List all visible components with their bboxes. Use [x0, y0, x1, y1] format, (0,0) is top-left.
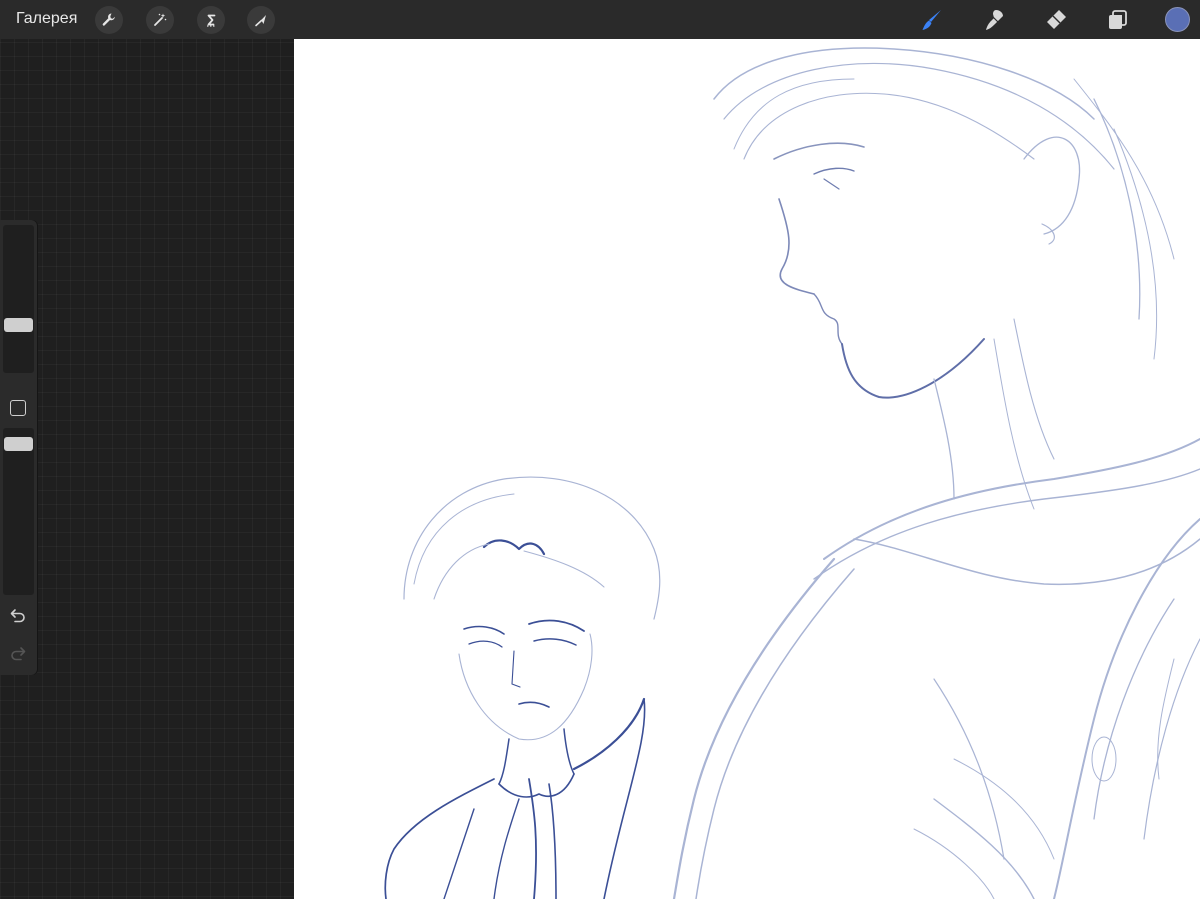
opacity-thumb[interactable] [4, 437, 33, 452]
selection-s-icon[interactable] [197, 6, 225, 34]
sketch-artwork [384, 47, 1200, 899]
small-figure-sketch [384, 476, 661, 899]
procreate-app: Галерея [0, 0, 1200, 899]
square-icon[interactable] [10, 400, 26, 416]
magic-wand-icon[interactable] [146, 6, 174, 34]
opacity-slider[interactable] [3, 428, 34, 595]
large-figure-sketch [672, 47, 1200, 899]
brush-size-slider[interactable] [3, 225, 34, 373]
arrow-cursor-icon[interactable] [247, 6, 275, 34]
color-picker-button[interactable] [1165, 7, 1190, 32]
brush-icon[interactable] [917, 5, 947, 35]
redo-icon[interactable] [8, 643, 28, 663]
drawing-canvas[interactable] [294, 39, 1200, 899]
brush-size-thumb[interactable] [4, 318, 33, 332]
wrench-icon[interactable] [95, 6, 123, 34]
eraser-icon[interactable] [1041, 5, 1071, 35]
undo-icon[interactable] [8, 605, 28, 625]
left-sidebar [0, 220, 37, 675]
top-toolbar: Галерея [0, 0, 1200, 39]
layers-icon[interactable] [1103, 5, 1133, 35]
gallery-button[interactable]: Галерея [16, 9, 77, 29]
smudge-icon[interactable] [979, 5, 1009, 35]
